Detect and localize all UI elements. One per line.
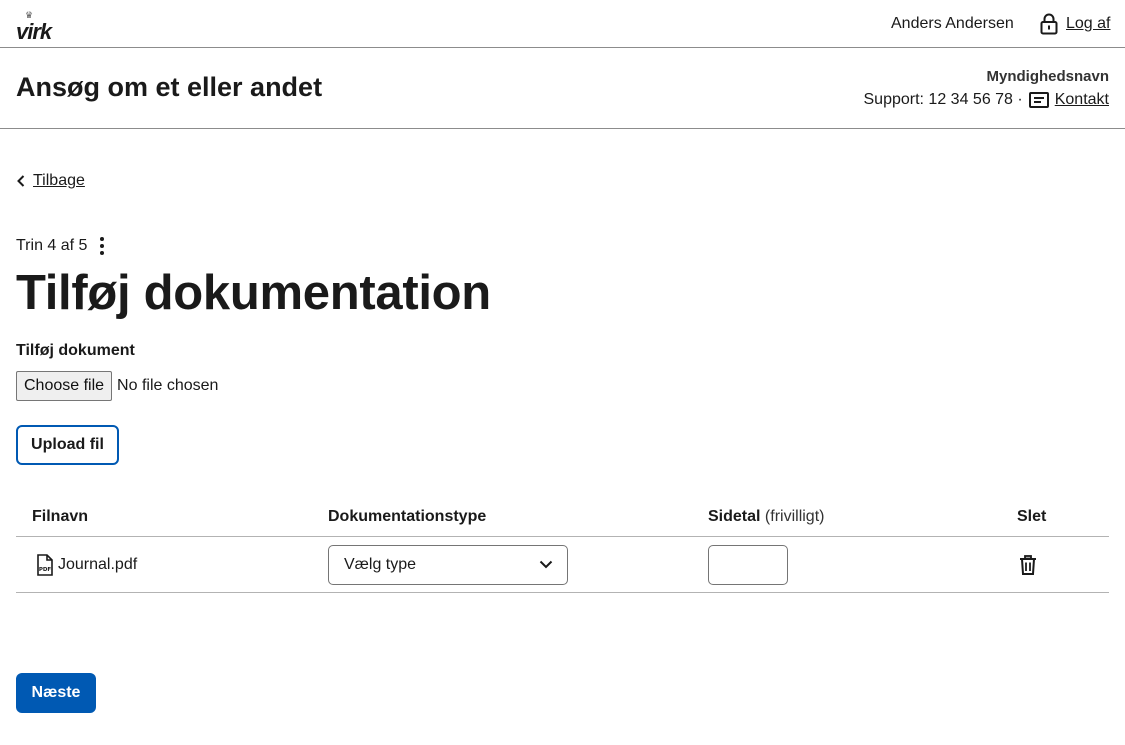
choose-file-button[interactable]: Choose file: [16, 371, 113, 401]
lock-icon: [1040, 13, 1058, 35]
file-input: Choose file No file chosen: [16, 371, 218, 401]
support-text: Support: 12 34 56 78 ·: [863, 91, 1023, 108]
contact-link[interactable]: Kontakt: [1055, 91, 1109, 109]
back-link[interactable]: Tilbage: [16, 172, 85, 190]
chevron-left-icon: [17, 175, 25, 187]
chevron-down-icon: [539, 560, 553, 569]
header-pages: Sidetal (frivilligt): [708, 497, 1017, 537]
trash-icon[interactable]: [1019, 554, 1037, 575]
header-filename: Filnavn: [16, 497, 328, 537]
support-info: Support: 12 34 56 78 · Kontakt: [863, 91, 1109, 109]
no-file-text: No file chosen: [117, 377, 219, 394]
doctype-cell: Vælg type: [328, 536, 708, 593]
file-field-label: Tilføj dokument: [16, 342, 135, 359]
table-header-row: Filnavn Dokumentationstype Sidetal (friv…: [16, 497, 1109, 537]
virk-logo[interactable]: ♛ virk: [16, 10, 58, 44]
next-button[interactable]: Næste: [16, 673, 96, 713]
header-pages-label: Sidetal: [708, 507, 761, 525]
header-delete: Slet: [1017, 497, 1109, 537]
documents-table: Filnavn Dokumentationstype Sidetal (friv…: [16, 497, 1109, 593]
header-doctype: Dokumentationstype: [328, 497, 708, 537]
delete-cell: [1017, 536, 1109, 593]
step-text: Trin 4 af 5: [16, 237, 88, 254]
filename-cell: PDF Journal.pdf: [16, 536, 328, 593]
back-label: Tilbage: [33, 172, 85, 189]
logout-link[interactable]: Log af: [1066, 15, 1110, 33]
pdf-file-icon: PDF: [37, 553, 53, 576]
contact-icon: [1028, 92, 1049, 108]
app-header: Ansøg om et eller andet Myndighedsnavn S…: [0, 48, 1125, 129]
svg-text:PDF: PDF: [39, 567, 52, 573]
step-indicator: Trin 4 af 5: [16, 236, 105, 256]
logo-text: virk: [16, 19, 52, 44]
doctype-select-value: Vælg type: [344, 555, 417, 573]
kebab-menu-icon[interactable]: [99, 236, 105, 256]
top-bar: ♛ virk Anders Andersen Log af: [0, 0, 1125, 48]
app-title: Ansøg om et eller andet: [16, 72, 323, 102]
header-pages-hint: (frivilligt): [764, 507, 825, 525]
pages-cell: [708, 536, 1017, 593]
user-name: Anders Andersen: [891, 15, 1014, 32]
authority-name: Myndighedsnavn: [986, 68, 1109, 85]
file-name: Journal.pdf: [58, 555, 138, 573]
page-title: Tilføj dokumentation: [16, 266, 491, 320]
table-row: PDF Journal.pdf Vælg type: [16, 536, 1109, 593]
doctype-select[interactable]: Vælg type: [328, 544, 568, 585]
upload-file-button[interactable]: Upload fil: [16, 425, 119, 465]
page-count-input[interactable]: [708, 544, 788, 585]
